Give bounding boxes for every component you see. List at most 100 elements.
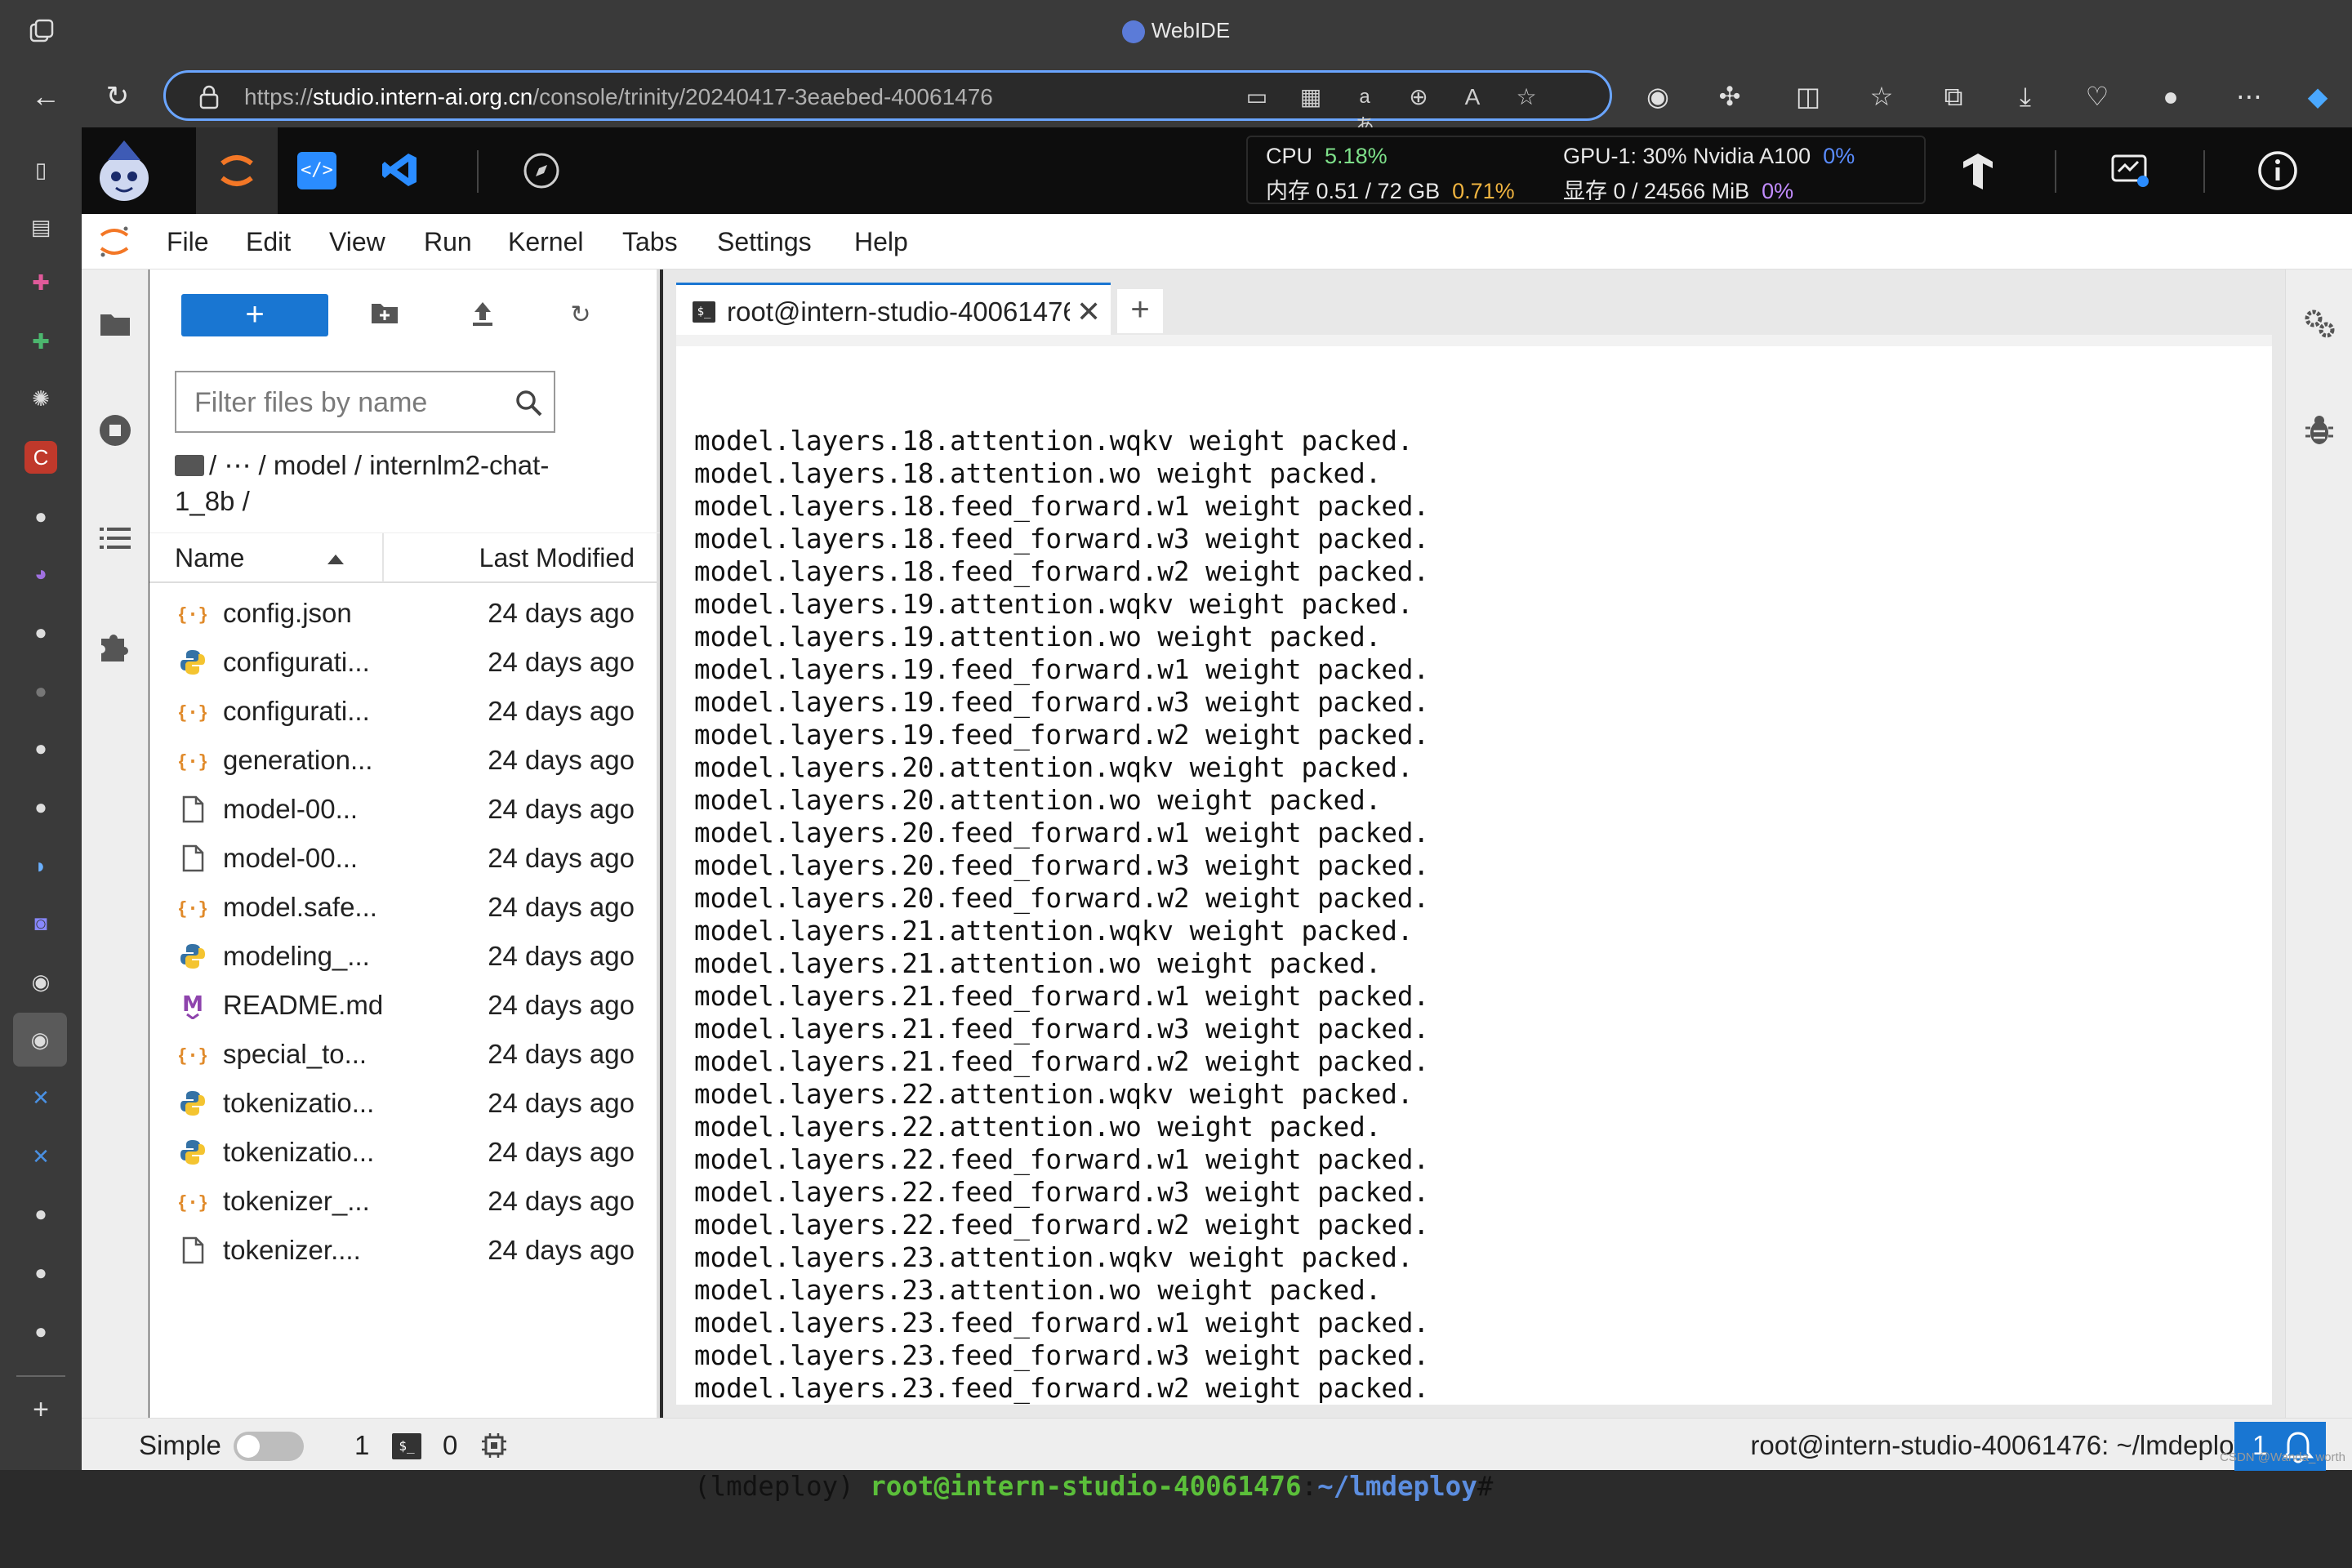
breadcrumb-path[interactable]: / ⋯ / model / internlm2-chat- [209,450,549,480]
extension-avatar-icon[interactable]: ◉ [1640,78,1676,114]
browser-essentials-icon[interactable]: ♡ [2079,78,2115,114]
file-row[interactable]: tokenizer.... 24 days ago [149,1225,660,1274]
github-tab-icon[interactable]: ● [24,500,57,532]
property-inspector-gears-icon[interactable] [2302,305,2336,340]
menu-help[interactable]: Help [854,227,908,257]
running-stop-icon[interactable] [98,413,132,448]
menu-run[interactable]: Run [424,227,472,257]
menu-kernel[interactable]: Kernel [508,227,584,257]
file-name[interactable]: generation... [223,745,372,776]
chat-tab-icon[interactable]: ◗ [24,849,57,882]
refresh-files-icon[interactable]: ↻ [564,299,597,332]
github-tab-icon[interactable]: ● [24,616,57,648]
debugger-bug-icon[interactable] [2302,413,2336,448]
filter-files-box[interactable] [175,371,555,433]
search-icon[interactable] [513,387,546,420]
terminal-prompt[interactable]: (lmdeploy) root@intern-studio-40061476:~… [694,1470,1493,1503]
file-row[interactable]: {·} special_to... 24 days ago [149,1029,660,1078]
profile-avatar-icon[interactable]: ● [2153,78,2189,114]
split-screen-icon[interactable]: ◫ [1790,78,1826,114]
new-launcher-button[interactable]: + [181,294,328,336]
upload-icon[interactable] [466,299,499,332]
file-row[interactable]: {·} model.safe... 24 days ago [149,882,660,931]
vertical-tab-icon[interactable]: ▤ [24,211,57,243]
kernel-count[interactable]: 0 [443,1430,457,1461]
github-tab-icon[interactable]: ● [24,1256,57,1289]
x-tab-icon[interactable]: ✕ [24,1081,57,1114]
favorite-star-icon[interactable]: ☆ [1512,82,1541,112]
terminal-tab[interactable]: $_ root@intern-studio-40061476 ✕ [676,283,1111,335]
x-tab-icon[interactable]: ✕ [24,1140,57,1173]
intern-logo[interactable] [82,127,163,214]
column-separator[interactable] [382,533,384,582]
downloads-icon[interactable]: ⤓ [2007,78,2043,114]
terminal-tab-label[interactable]: root@intern-studio-40061476 [727,296,1070,327]
file-row[interactable]: modeling_... 24 days ago [149,931,660,980]
github-tab-icon[interactable]: ● [24,732,57,764]
url-text[interactable]: https://studio.intern-ai.org.cn/console/… [244,84,993,110]
menu-file[interactable]: File [167,227,209,257]
vscode-app-button[interactable] [359,127,441,214]
file-name[interactable]: tokenizatio... [223,1088,374,1119]
terminal-panel[interactable]: model.layers.18.attention.wqkv weight pa… [676,335,2272,1502]
app-available-icon[interactable]: ▭ [1242,82,1272,112]
file-name[interactable]: tokenizer_... [223,1186,370,1217]
zoom-icon[interactable]: ⊕ [1404,82,1433,112]
sort-ascending-icon[interactable] [327,555,344,564]
file-row[interactable]: {·} tokenizer_... 24 days ago [149,1176,660,1225]
read-aloud-icon[interactable]: A [1458,82,1487,112]
file-browser-folder-icon[interactable] [98,307,132,341]
slack-tab-icon[interactable]: ✚ [24,325,57,358]
favorites-icon[interactable]: ☆ [1864,78,1900,114]
file-name[interactable]: tokenizer.... [223,1235,361,1266]
file-row[interactable]: model-00... 24 days ago [149,833,660,882]
address-bar[interactable]: https://studio.intern-ai.org.cn/console/… [163,70,1612,137]
file-name[interactable]: modeling_... [223,941,370,972]
file-row[interactable]: tokenizatio... 24 days ago [149,1127,660,1176]
info-button[interactable] [2236,127,2318,214]
compass-app-button[interactable] [500,127,581,214]
new-tab-plus-icon[interactable]: + [24,1393,57,1426]
tensorflow-button[interactable] [1936,127,2017,214]
github-tab-icon[interactable]: ● [24,791,57,823]
collections-icon[interactable]: ⧉ [1936,78,1971,114]
github-tab-icon[interactable]: ● [24,1197,57,1230]
file-name[interactable]: configurati... [223,647,370,678]
refresh-icon[interactable]: ↻ [98,77,137,116]
vertical-tab-icon[interactable]: ◕ [24,557,57,590]
back-arrow-icon[interactable]: ← [26,77,65,116]
file-row[interactable]: configurati... 24 days ago [149,637,660,686]
copilot-icon[interactable]: ◆ [2300,78,2336,114]
file-row[interactable]: model-00... 24 days ago [149,784,660,833]
slack-tab-icon[interactable]: ✚ [24,266,57,299]
home-folder-icon[interactable] [175,455,204,476]
close-tab-icon[interactable]: ✕ [1076,295,1101,329]
vertical-tab-icon[interactable]: ▯ [24,154,57,186]
new-tab-button[interactable]: + [1117,289,1163,333]
extensions-puzzle-icon[interactable]: ✣ [1712,78,1748,114]
vertical-tab-icon[interactable]: ◙ [24,906,57,939]
file-name[interactable]: special_to... [223,1039,367,1070]
file-name[interactable]: README.md [223,990,383,1021]
file-name[interactable]: model-00... [223,843,358,874]
simple-mode-toggle[interactable] [234,1432,304,1461]
file-row[interactable]: {·} generation... 24 days ago [149,735,660,784]
table-of-contents-icon[interactable] [98,521,132,555]
file-name[interactable]: model.safe... [223,892,377,923]
file-row[interactable]: {·} configurati... 24 days ago [149,686,660,735]
webide-tab-icon[interactable]: ◉ [24,965,57,998]
breadcrumb-path-continued[interactable]: 1_8b / [175,486,250,516]
file-row[interactable]: tokenizatio... 24 days ago [149,1078,660,1127]
menu-view[interactable]: View [329,227,385,257]
translate-icon[interactable]: aあ [1350,82,1379,137]
terminal-status-icon[interactable]: $_ [392,1433,421,1459]
jupyter-app-button[interactable] [196,127,278,214]
terminal-count[interactable]: 1 [354,1430,369,1461]
extension-manager-puzzle-icon[interactable] [98,629,132,663]
menu-settings[interactable]: Settings [717,227,812,257]
more-menu-icon[interactable]: ⋯ [2231,78,2267,114]
vertical-tab-icon[interactable]: C [24,441,57,474]
file-row[interactable]: {·} config.json 24 days ago [149,588,660,637]
menu-tabs[interactable]: Tabs [622,227,678,257]
kernel-chip-icon[interactable] [480,1432,508,1459]
